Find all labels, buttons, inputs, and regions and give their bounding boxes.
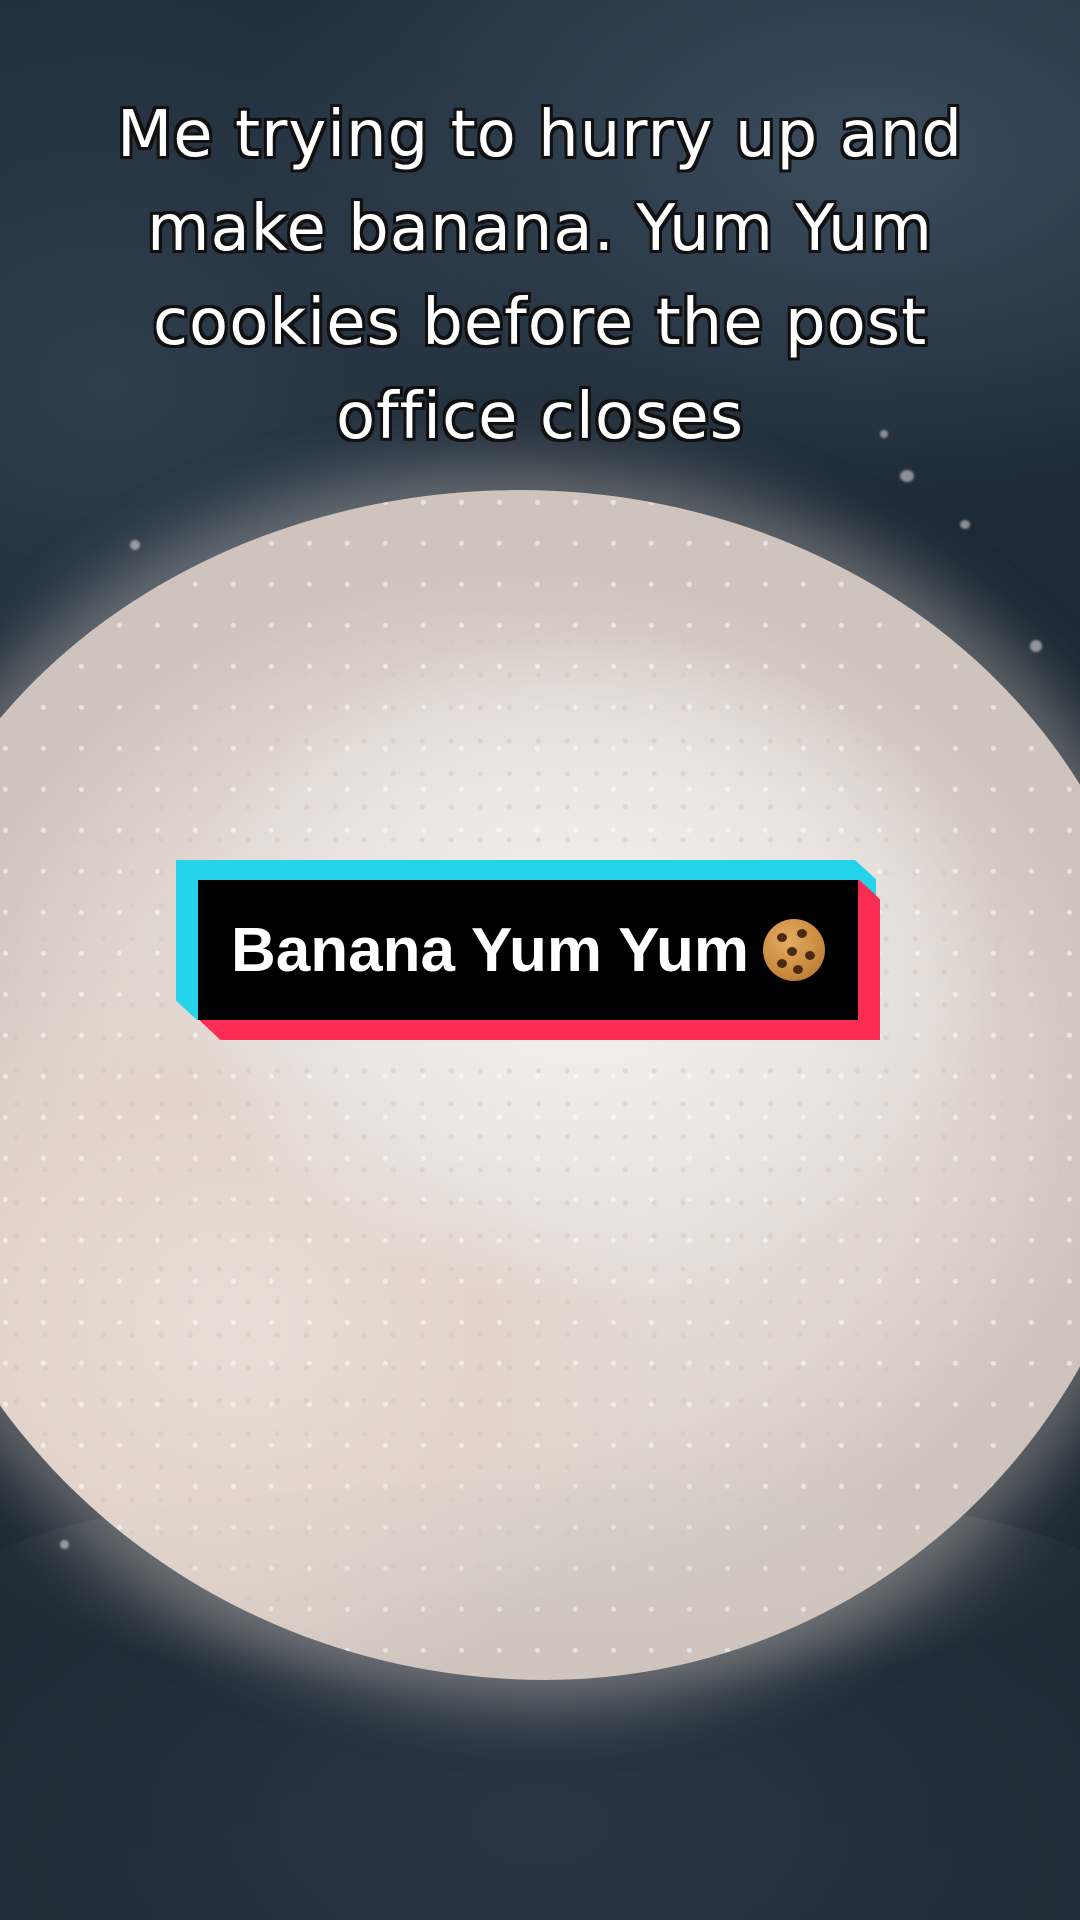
flour-speck bbox=[60, 1540, 69, 1549]
caption-line: office closes bbox=[335, 380, 745, 454]
video-frame: Me trying to hurry up and make banana. Y… bbox=[0, 0, 1080, 1920]
caption-text: Me trying to hurry up and make banana. Y… bbox=[60, 88, 1020, 464]
title-card-content: Banana Yum Yum bbox=[198, 880, 858, 1020]
caption-line: cookies before the post bbox=[152, 286, 928, 360]
title-card-text: Banana Yum Yum bbox=[230, 915, 750, 985]
caption-line: make banana. Yum Yum bbox=[147, 192, 933, 266]
flour-dust-rim bbox=[0, 1480, 1080, 1700]
flour-speck bbox=[900, 470, 914, 482]
cookie-icon bbox=[763, 919, 826, 981]
flour-speck bbox=[960, 520, 970, 529]
caption-line: Me trying to hurry up and bbox=[117, 98, 963, 172]
flour-speck bbox=[130, 540, 140, 550]
title-card: Banana Yum Yum bbox=[176, 860, 880, 1040]
flour-speck bbox=[1030, 640, 1042, 652]
